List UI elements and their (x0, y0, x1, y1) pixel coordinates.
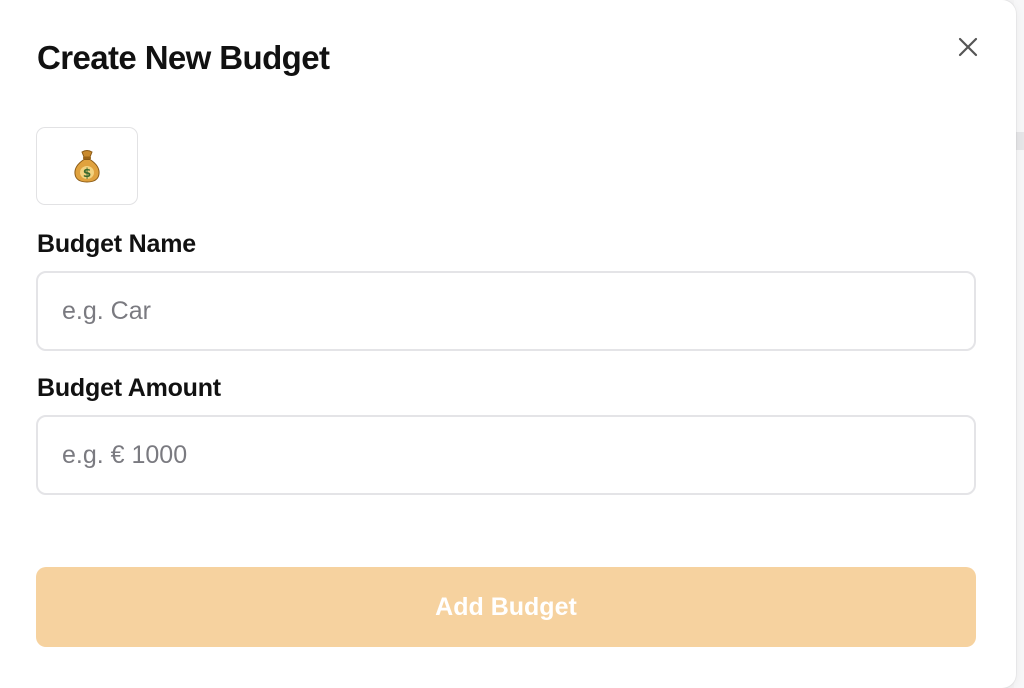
budget-name-label: Budget Name (37, 230, 196, 258)
close-icon (958, 37, 978, 57)
add-budget-button[interactable]: Add Budget (36, 567, 976, 647)
dialog-title: Create New Budget (37, 39, 330, 76)
budget-amount-label: Budget Amount (37, 374, 221, 402)
money-bag-icon: $ (74, 150, 100, 183)
svg-text:$: $ (83, 166, 91, 180)
close-button[interactable] (952, 31, 984, 63)
budget-name-input[interactable] (36, 271, 976, 351)
budget-amount-input[interactable] (36, 415, 976, 495)
background-text-fragment (1016, 92, 1024, 102)
create-budget-dialog: Create New Budget $ Budget Name Budget A… (0, 0, 1016, 688)
emoji-picker-button[interactable]: $ (36, 127, 138, 205)
